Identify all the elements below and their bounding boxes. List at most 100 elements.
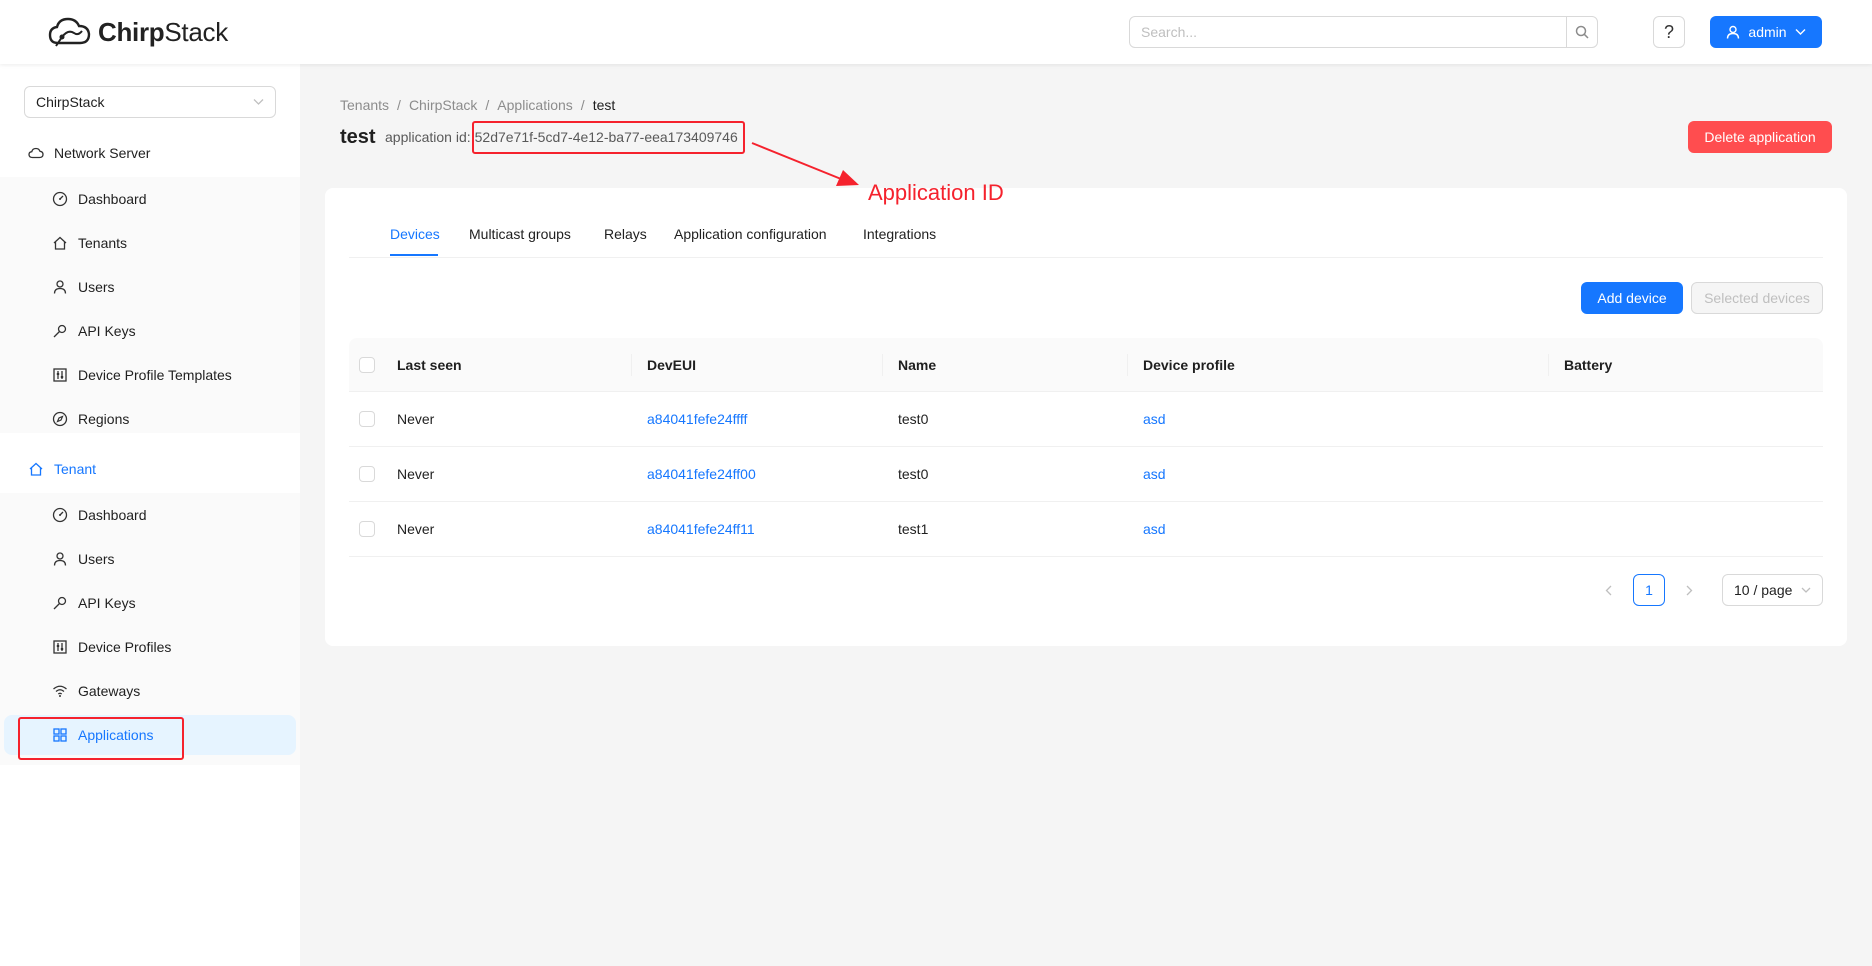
delete-application-button[interactable]: Delete application [1688,121,1832,153]
search-box[interactable] [1129,16,1598,48]
sidebar-item-device-profile-templates[interactable]: Device Profile Templates [4,355,296,395]
tabs: Devices Multicast groups Relays Applicat… [349,188,1823,258]
row-checkbox[interactable] [359,392,375,446]
pagination-page-1[interactable]: 1 [1633,574,1665,606]
breadcrumb-tenant[interactable]: ChirpStack [409,97,477,113]
sidebar-item-label: Gateways [78,683,141,699]
sidebar-item-label: Device Profile Templates [78,367,232,383]
column-header-name[interactable]: Name [898,338,936,391]
column-header-device-profile[interactable]: Device profile [1143,338,1235,391]
sidebar-item-label: Users [78,279,115,295]
tab-application-configuration[interactable]: Application configuration [674,226,827,242]
sidebar-item-device-profiles[interactable]: Device Profiles [4,627,296,667]
control-icon [53,368,67,382]
sidebar-item-label: API Keys [78,323,136,339]
dashboard-icon [52,191,68,207]
sidebar-item-tenant-dashboard[interactable]: Dashboard [4,495,296,535]
cell-deveui-link[interactable]: a84041fefe24ff11 [647,502,755,556]
sidebar-item-label: Regions [78,411,130,427]
sidebar-item-label: Dashboard [78,507,147,523]
sidebar-item-regions[interactable]: Regions [4,399,296,439]
help-button[interactable]: ? [1653,16,1685,48]
row-checkbox[interactable] [359,502,375,556]
cell-device-profile-link[interactable]: asd [1143,447,1166,501]
cell-deveui-link[interactable]: a84041fefe24ffff [647,392,747,446]
select-all-checkbox[interactable] [359,338,375,391]
sidebar-item-ns-users[interactable]: Users [4,267,296,307]
menu-group-network-server[interactable]: Network Server [0,129,300,177]
chirpstack-logo[interactable]: ChirpStack [48,14,228,50]
tab-multicast-groups[interactable]: Multicast groups [469,226,571,242]
table-row[interactable]: Never a84041fefe24ff00 test0 asd [349,447,1823,502]
home-icon [29,462,43,476]
checkbox-box [359,411,375,427]
devices-table: Last seen DevEUI Name Device profile Bat… [349,338,1823,557]
add-device-button[interactable]: Add device [1581,282,1683,314]
column-divider [882,354,883,376]
tenant-selector[interactable]: ChirpStack [24,86,276,118]
annotation-highlight-applications [18,717,184,760]
sidebar-item-tenant-users[interactable]: Users [4,539,296,579]
pagination-prev-button[interactable] [1597,574,1621,606]
page-size-value: 10 / page [1734,582,1793,598]
table-row[interactable]: Never a84041fefe24ffff test0 asd [349,392,1823,447]
menu-group-tenant[interactable]: Tenant [0,445,300,493]
user-icon [1727,25,1740,39]
wifi-icon [53,685,67,697]
selected-devices-button[interactable]: Selected devices [1691,282,1823,314]
cell-name: test0 [898,466,929,482]
active-tab-indicator [390,254,438,256]
page-size-select[interactable]: 10 / page [1722,574,1823,606]
home-icon [53,236,67,250]
sidebar-item-ns-dashboard[interactable]: Dashboard [4,179,296,219]
cell-device-profile-link[interactable]: asd [1143,502,1166,556]
sidebar-item-ns-api-keys[interactable]: API Keys [4,311,296,351]
application-card: Devices Multicast groups Relays Applicat… [325,188,1847,646]
breadcrumb-current: test [592,97,616,113]
sidebar-item-label: Device Profiles [78,639,172,655]
dashboard-icon [52,507,68,523]
cell-deveui-link[interactable]: a84041fefe24ff00 [647,447,756,501]
cell-name: test0 [898,411,929,427]
tab-relays[interactable]: Relays [604,226,647,242]
cell-last-seen: Never [397,411,435,427]
table-row[interactable]: Never a84041fefe24ff11 test1 asd [349,502,1823,557]
user-menu-button[interactable]: admin [1710,16,1822,48]
search-input[interactable] [1130,17,1566,47]
pagination-next-button[interactable] [1677,574,1701,606]
breadcrumb: Tenants / ChirpStack / Applications / te… [340,97,615,113]
column-divider [1548,354,1549,376]
cell-last-seen: Never [397,466,435,482]
chevron-down-icon [253,99,264,105]
cell-last-seen: Never [397,521,435,537]
breadcrumb-applications[interactable]: Applications [497,97,573,113]
sidebar-item-gateways[interactable]: Gateways [4,671,296,711]
checkbox-box [359,521,375,537]
annotation-label: Application ID [868,180,1004,205]
breadcrumb-tenants[interactable]: Tenants [340,97,389,113]
tenant-selector-value: ChirpStack [36,94,105,110]
application-id-label: application id: [385,129,471,145]
chevron-down-icon [1801,587,1811,593]
cell-device-profile-link[interactable]: asd [1143,392,1166,446]
search-icon [1575,25,1589,39]
column-header-last-seen[interactable]: Last seen [397,338,462,391]
logo-text: ChirpStack [98,16,228,47]
tab-integrations[interactable]: Integrations [863,226,936,242]
key-icon [53,324,67,338]
column-header-battery[interactable]: Battery [1564,338,1612,391]
page-title: test [340,126,376,148]
sidebar-item-tenant-api-keys[interactable]: API Keys [4,583,296,623]
checkbox-box [359,466,375,482]
column-header-deveui[interactable]: DevEUI [647,338,696,391]
breadcrumb-separator: / [485,97,490,113]
cloud-logo-icon [48,17,91,47]
tab-devices[interactable]: Devices [390,226,440,242]
search-button[interactable] [1566,17,1597,47]
sidebar-item-label: Tenants [78,235,128,251]
sidebar-item-tenants[interactable]: Tenants [4,223,296,263]
cell-name: test1 [898,521,929,537]
chevron-right-icon [1686,585,1693,595]
row-checkbox[interactable] [359,447,375,501]
sidebar: ChirpStack Network Server Dashboard Tena… [0,64,300,966]
